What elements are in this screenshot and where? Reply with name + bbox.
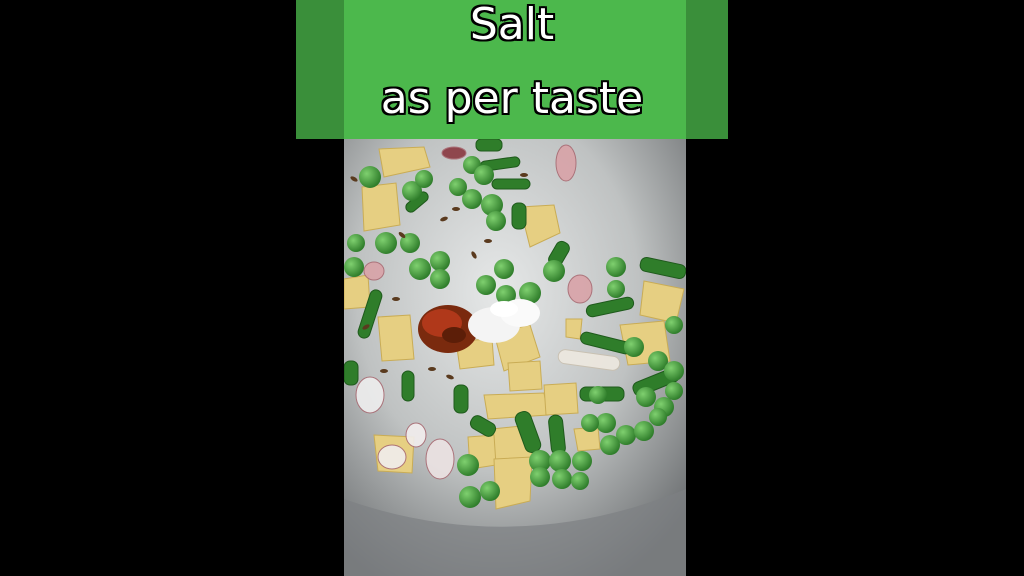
- video-content: Salt as per taste: [296, 0, 728, 576]
- caption-line-2: as per taste: [380, 73, 644, 124]
- cooking-pan-photo: [344, 139, 686, 576]
- video-frame: Salt as per taste: [0, 0, 1024, 576]
- caption-banner: Salt as per taste: [296, 0, 728, 139]
- caption-line-1: Salt: [469, 0, 555, 50]
